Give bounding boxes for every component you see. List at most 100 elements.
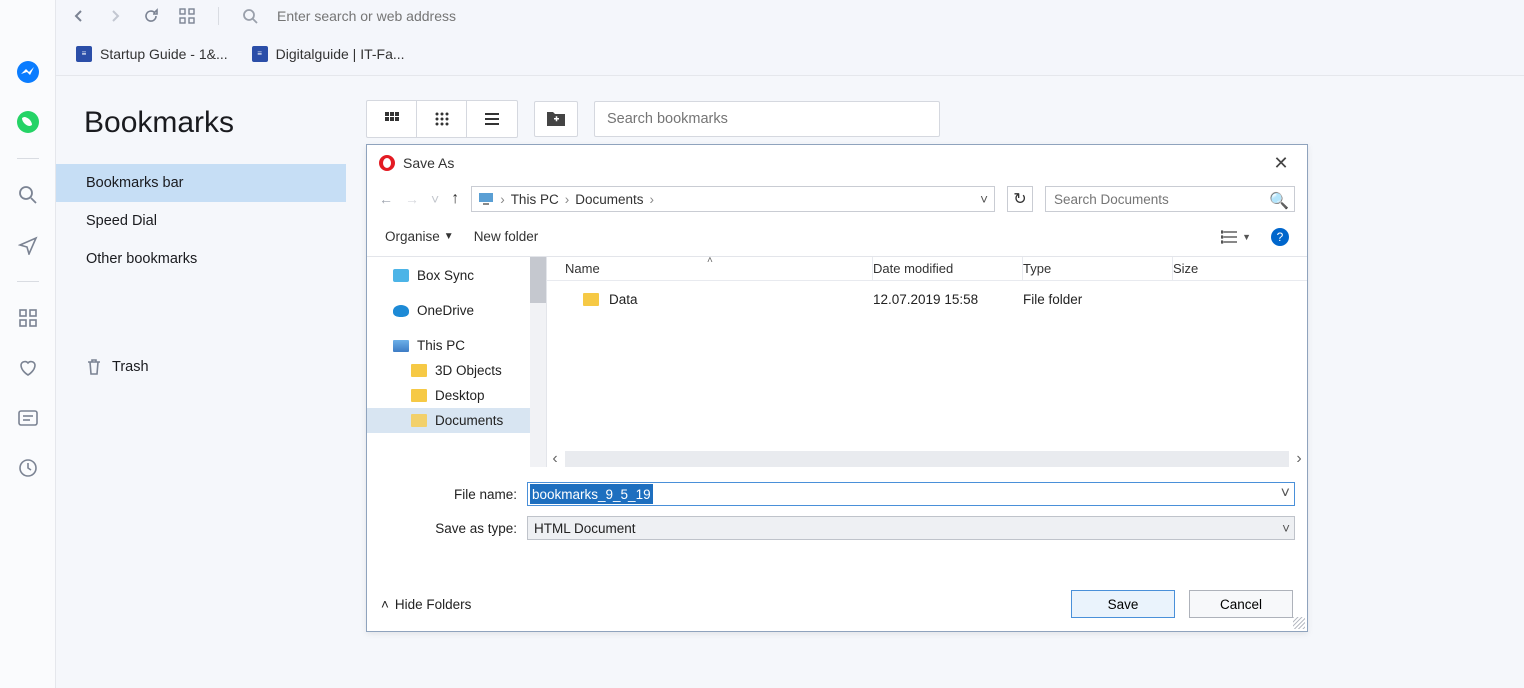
nav-up-icon[interactable]: ↑ <box>451 190 459 208</box>
file-name-label: File name: <box>379 487 527 502</box>
tab-startup-guide[interactable]: ≡ Startup Guide - 1&... <box>76 46 228 62</box>
whatsapp-icon[interactable] <box>14 108 42 136</box>
tree-item-desktop[interactable]: Desktop <box>367 383 546 408</box>
column-size[interactable]: Size <box>1173 257 1307 280</box>
save-type-select[interactable]: HTML Document ˅ <box>527 516 1295 540</box>
path-bar: ← → ˅ ↑ › This PC › Documents › ˅ ↻ 🔍 <box>367 181 1307 217</box>
tab-digitalguide[interactable]: ≡ Digitalguide | IT-Fa... <box>252 46 405 62</box>
scroll-right-icon[interactable]: › <box>1291 451 1307 467</box>
save-form: File name: bookmarks_9_5_19 ˅ Save as ty… <box>367 467 1307 543</box>
nav-back-icon[interactable]: ← <box>379 191 393 207</box>
chevron-down-icon[interactable]: ˅ <box>431 191 439 207</box>
apps-icon[interactable] <box>178 7 196 25</box>
tree-item-onedrive[interactable]: OneDrive <box>367 298 546 323</box>
save-button[interactable]: Save <box>1071 590 1175 618</box>
sidebar-item-trash[interactable]: Trash <box>56 348 346 386</box>
rail-divider <box>17 158 39 159</box>
breadcrumb[interactable]: › This PC › Documents › ˅ <box>471 186 995 212</box>
cloud-icon <box>393 305 409 317</box>
browser-toolbar <box>56 0 1524 28</box>
speed-dial-icon[interactable] <box>14 304 42 332</box>
file-list-header: Name Date modified Type Size <box>547 257 1307 281</box>
left-rail <box>0 0 56 688</box>
sidebar-item-speed-dial[interactable]: Speed Dial <box>56 202 346 240</box>
crumb-this-pc[interactable]: This PC <box>511 192 559 207</box>
chevron-right-icon: › <box>500 192 505 207</box>
news-icon[interactable] <box>14 404 42 432</box>
forward-icon[interactable] <box>106 7 124 25</box>
opera-icon <box>379 155 395 171</box>
crumb-documents[interactable]: Documents <box>575 192 643 207</box>
column-date[interactable]: Date modified <box>873 257 1023 280</box>
page-title: Bookmarks <box>84 106 234 140</box>
chevron-down-icon: ▼ <box>444 231 454 242</box>
tree-scrollbar-thumb[interactable] <box>530 257 546 303</box>
chevron-down-icon[interactable]: ˅ <box>980 192 988 207</box>
view-options-icon[interactable]: ▼ <box>1221 230 1251 244</box>
rail-divider <box>17 281 39 282</box>
favicon-icon: ≡ <box>252 46 268 62</box>
tree-item-documents[interactable]: Documents <box>367 408 546 433</box>
chevron-up-icon: ˄ <box>381 597 389 612</box>
save-type-label: Save as type: <box>379 521 527 536</box>
file-row[interactable]: Data 12.07.2019 15:58 File folder <box>547 281 1307 311</box>
heart-icon[interactable] <box>14 354 42 382</box>
search-icon[interactable] <box>14 181 42 209</box>
scroll-track[interactable] <box>565 451 1289 467</box>
grid-small-icon[interactable] <box>417 101 467 137</box>
pc-icon <box>478 192 494 206</box>
folder-tree: Box Sync OneDrive This PC 3D Objects Des… <box>367 257 547 467</box>
trash-label: Trash <box>112 359 149 375</box>
chevron-down-icon: ▼ <box>1242 232 1251 242</box>
list-icon[interactable] <box>467 101 517 137</box>
tab-label: Startup Guide - 1&... <box>100 46 228 62</box>
search-documents-wrap: 🔍 <box>1045 186 1295 212</box>
messenger-icon[interactable] <box>14 58 42 86</box>
file-name-value: bookmarks_9_5_19 <box>530 484 653 504</box>
help-icon[interactable]: ? <box>1271 228 1289 246</box>
search-documents-input[interactable] <box>1045 186 1295 212</box>
pc-icon <box>393 340 409 352</box>
new-folder-button[interactable]: New folder <box>474 229 539 244</box>
column-type[interactable]: Type <box>1023 257 1173 280</box>
scroll-left-icon[interactable]: ‹ <box>547 451 563 467</box>
organise-menu[interactable]: Organise▼ <box>385 229 454 244</box>
tree-item-box-sync[interactable]: Box Sync <box>367 263 546 288</box>
grid-large-icon[interactable] <box>367 101 417 137</box>
back-icon[interactable] <box>70 7 88 25</box>
reload-icon[interactable] <box>142 7 160 25</box>
search-bookmarks-input[interactable] <box>594 101 940 137</box>
file-name-input[interactable]: bookmarks_9_5_19 ˅ <box>527 482 1295 506</box>
tree-item-3d-objects[interactable]: 3D Objects <box>367 358 546 383</box>
chevron-down-icon[interactable]: ˅ <box>1281 485 1290 503</box>
bookmarks-sidebar: Bookmarks bar Speed Dial Other bookmarks… <box>56 164 346 386</box>
dialog-titlebar: Save As ✕ <box>367 145 1307 181</box>
folder-icon <box>411 364 427 377</box>
tree-item-this-pc[interactable]: This PC <box>367 333 546 358</box>
save-as-dialog: Save As ✕ ← → ˅ ↑ › This PC › Documents … <box>366 144 1308 632</box>
bookmarks-page: Bookmarks Bookmarks bar Speed Dial Other… <box>56 76 1524 688</box>
history-icon[interactable] <box>14 454 42 482</box>
folder-icon <box>411 389 427 402</box>
file-browser: Box Sync OneDrive This PC 3D Objects Des… <box>367 257 1307 467</box>
resize-grip-icon[interactable] <box>1293 617 1305 629</box>
nav-forward-icon[interactable]: → <box>405 191 419 207</box>
tab-strip: ≡ Startup Guide - 1&... ≡ Digitalguide |… <box>56 32 1524 76</box>
search-icon[interactable] <box>241 7 259 25</box>
explorer-toolbar: Organise▼ New folder ▼ ? <box>367 217 1307 257</box>
view-toolbar <box>366 100 940 138</box>
sidebar-item-bookmarks-bar[interactable]: Bookmarks bar <box>56 164 346 202</box>
send-icon[interactable] <box>14 231 42 259</box>
address-bar[interactable] <box>277 8 1510 24</box>
close-icon[interactable]: ✕ <box>1267 149 1295 177</box>
box-icon <box>393 269 409 282</box>
hide-folders-button[interactable]: ˄ Hide Folders <box>381 597 471 612</box>
sidebar-item-other-bookmarks[interactable]: Other bookmarks <box>56 240 346 278</box>
refresh-icon[interactable]: ↻ <box>1007 186 1033 212</box>
trash-icon <box>86 358 102 376</box>
chevron-right-icon: › <box>565 192 570 207</box>
add-folder-button[interactable] <box>534 101 578 137</box>
cancel-button[interactable]: Cancel <box>1189 590 1293 618</box>
favicon-icon: ≡ <box>76 46 92 62</box>
horizontal-scrollbar[interactable]: ‹ › <box>547 451 1307 467</box>
